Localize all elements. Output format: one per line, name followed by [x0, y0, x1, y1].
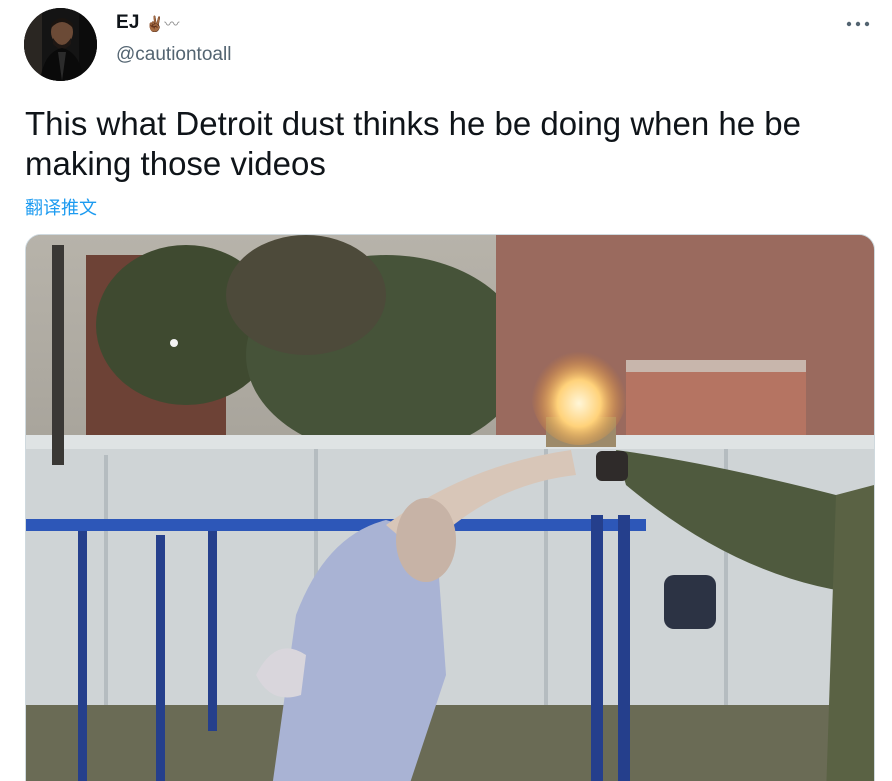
video-frame — [26, 235, 874, 781]
avatar-photo — [24, 8, 97, 81]
avatar[interactable] — [24, 8, 97, 81]
tweet-media-video[interactable] — [25, 234, 875, 781]
more-horizontal-icon — [846, 21, 870, 27]
tweet-card: EJ ✌🏾〰 @cautiontoall This what Detroit d… — [0, 0, 892, 781]
translate-tweet-link[interactable]: 翻译推文 — [25, 194, 97, 220]
author-handle[interactable]: @cautiontoall — [116, 44, 231, 66]
display-name[interactable]: EJ — [116, 12, 140, 34]
tweet-text: This what Detroit dust thinks he be doin… — [25, 105, 801, 182]
name-emoji: ✌🏾〰 — [145, 14, 180, 33]
author-name-row: EJ ✌🏾〰 — [116, 12, 179, 34]
more-options-button[interactable] — [844, 12, 872, 36]
